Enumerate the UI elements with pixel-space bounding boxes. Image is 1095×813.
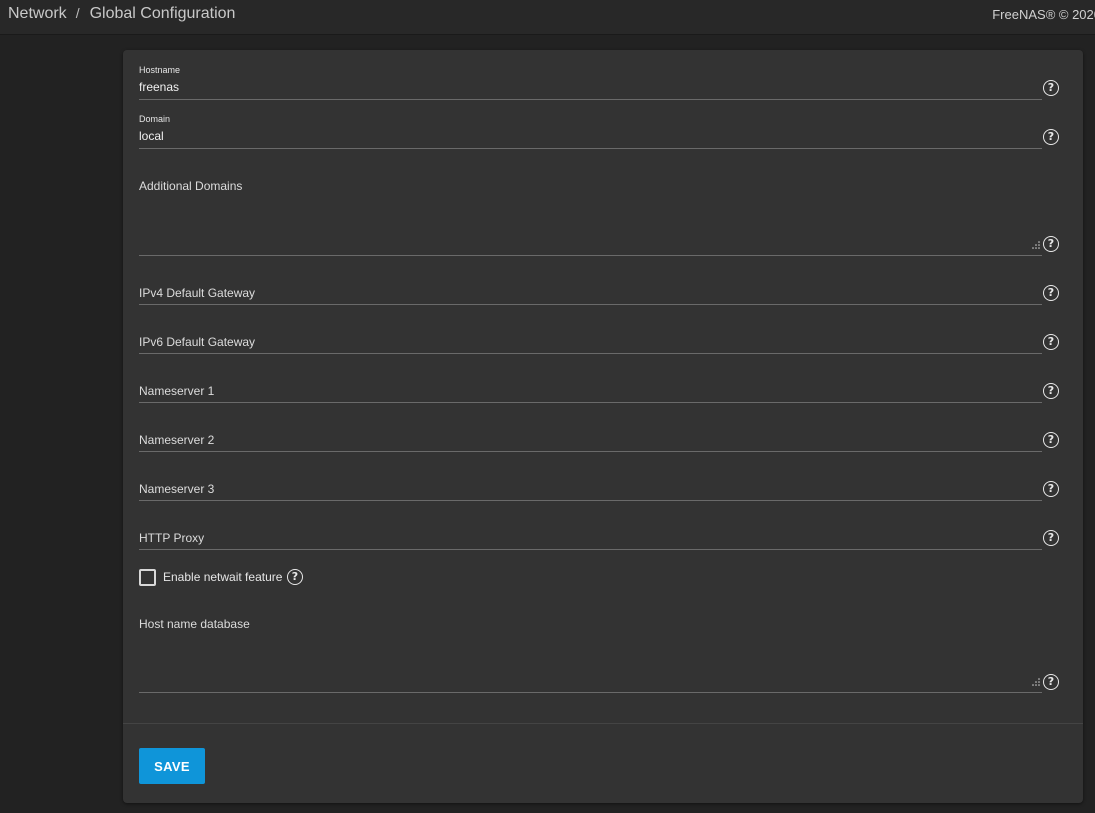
top-bar: Network / Global Configuration FreeNAS® © … bbox=[0, 0, 1095, 35]
global-configuration-form: Hostname freenas ? Domain local ? Additi… bbox=[123, 50, 1083, 803]
ipv4-gateway-placeholder: IPv4 Default Gateway bbox=[139, 286, 256, 300]
domain-underline bbox=[139, 148, 1042, 149]
domain-input[interactable]: local bbox=[139, 129, 164, 143]
http-proxy-placeholder: HTTP Proxy bbox=[139, 531, 205, 545]
ipv4-gateway-field[interactable]: IPv4 Default Gateway bbox=[139, 285, 1042, 305]
nameserver2-help-icon[interactable]: ? bbox=[1043, 432, 1059, 448]
hostname-underline bbox=[139, 99, 1042, 100]
resize-handle-icon[interactable] bbox=[1032, 678, 1040, 686]
ipv6-gateway-underline bbox=[139, 353, 1042, 354]
additional-domains-help-icon[interactable]: ? bbox=[1043, 236, 1059, 252]
hosts-help-icon[interactable]: ? bbox=[1043, 674, 1059, 690]
nameserver2-underline bbox=[139, 451, 1042, 452]
nameserver3-help-icon[interactable]: ? bbox=[1043, 481, 1059, 497]
netwait-help-icon[interactable]: ? bbox=[287, 569, 303, 585]
ipv6-gateway-help-icon[interactable]: ? bbox=[1043, 334, 1059, 350]
nameserver1-underline bbox=[139, 402, 1042, 403]
form-divider bbox=[123, 723, 1083, 724]
copyright-text: FreeNAS® © 2020 bbox=[992, 7, 1095, 22]
http-proxy-underline bbox=[139, 549, 1042, 550]
hosts-underline bbox=[139, 692, 1042, 693]
additional-domains-placeholder: Additional Domains bbox=[139, 179, 243, 193]
hostname-input[interactable]: freenas bbox=[139, 80, 179, 94]
nameserver2-field[interactable]: Nameserver 2 bbox=[139, 432, 1042, 452]
nameserver1-placeholder: Nameserver 1 bbox=[139, 384, 215, 398]
breadcrumb-separator: / bbox=[75, 5, 80, 21]
resize-handle-icon[interactable] bbox=[1032, 241, 1040, 249]
http-proxy-help-icon[interactable]: ? bbox=[1043, 530, 1059, 546]
domain-help-icon[interactable]: ? bbox=[1043, 129, 1059, 145]
nameserver3-underline bbox=[139, 500, 1042, 501]
ipv4-gateway-underline bbox=[139, 304, 1042, 305]
hosts-textarea[interactable]: Host name database bbox=[139, 616, 1042, 693]
nameserver1-field[interactable]: Nameserver 1 bbox=[139, 383, 1042, 403]
netwait-checkbox[interactable] bbox=[139, 569, 156, 586]
ipv6-gateway-field[interactable]: IPv6 Default Gateway bbox=[139, 334, 1042, 354]
hosts-placeholder: Host name database bbox=[139, 617, 250, 631]
breadcrumb-global-configuration: Global Configuration bbox=[89, 5, 236, 22]
http-proxy-field[interactable]: HTTP Proxy bbox=[139, 530, 1042, 550]
nameserver3-placeholder: Nameserver 3 bbox=[139, 482, 215, 496]
nameserver1-help-icon[interactable]: ? bbox=[1043, 383, 1059, 399]
domain-label: Domain bbox=[139, 114, 171, 124]
hostname-label: Hostname bbox=[139, 65, 181, 75]
additional-domains-textarea[interactable]: Additional Domains bbox=[139, 178, 1042, 256]
nameserver3-field[interactable]: Nameserver 3 bbox=[139, 481, 1042, 501]
save-button[interactable]: SAVE bbox=[139, 748, 205, 784]
ipv4-gateway-help-icon[interactable]: ? bbox=[1043, 285, 1059, 301]
hostname-field[interactable]: Hostname freenas bbox=[139, 65, 1042, 100]
netwait-label[interactable]: Enable netwait feature bbox=[163, 570, 282, 584]
domain-field[interactable]: Domain local bbox=[139, 114, 1042, 149]
hostname-help-icon[interactable]: ? bbox=[1043, 80, 1059, 96]
nameserver2-placeholder: Nameserver 2 bbox=[139, 433, 215, 447]
ipv6-gateway-placeholder: IPv6 Default Gateway bbox=[139, 335, 256, 349]
additional-domains-underline bbox=[139, 255, 1042, 256]
breadcrumb-network[interactable]: Network bbox=[8, 5, 67, 22]
breadcrumb: Network / Global Configuration bbox=[8, 5, 235, 23]
